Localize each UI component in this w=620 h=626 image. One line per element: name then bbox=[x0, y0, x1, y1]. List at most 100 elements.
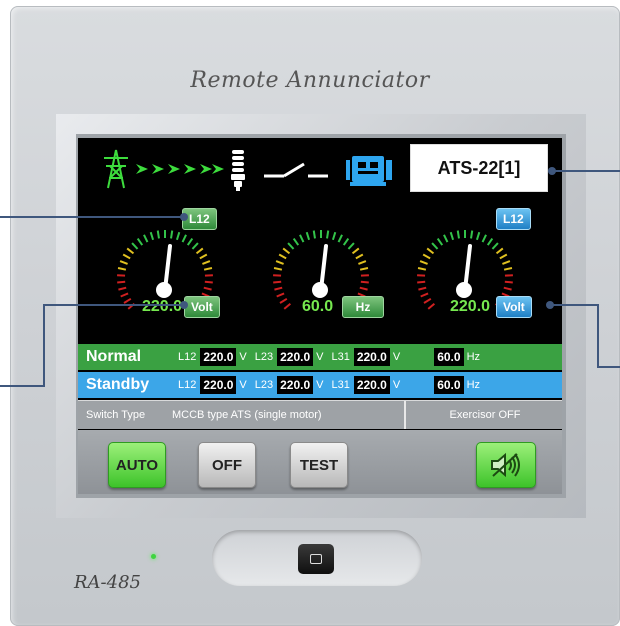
gauge-tick bbox=[199, 253, 208, 260]
left-unit-button[interactable]: Volt bbox=[184, 296, 220, 318]
gauge-tick bbox=[122, 253, 131, 260]
right-phase-button[interactable]: L12 bbox=[496, 208, 531, 230]
normal-l31: L31 220.0 V bbox=[331, 348, 400, 366]
gauge-tick bbox=[156, 230, 160, 239]
gauge-tick bbox=[418, 286, 427, 291]
volt-unit: V bbox=[392, 351, 401, 363]
standby-label: Standby bbox=[86, 376, 150, 393]
gauge-tick bbox=[470, 230, 474, 239]
freq-value: 60.0 bbox=[434, 376, 464, 394]
gauge-tick bbox=[351, 247, 360, 255]
callout-line-right-bottom bbox=[597, 366, 620, 368]
gauge-tick bbox=[282, 247, 291, 255]
left-gauge-value: 220.0 bbox=[142, 298, 183, 315]
gauge-tick bbox=[143, 234, 149, 243]
gauge-tick bbox=[456, 230, 460, 239]
callout-dot bbox=[546, 301, 554, 309]
l31-value: 220.0 bbox=[353, 376, 390, 394]
gauge-tick bbox=[481, 234, 487, 243]
gauge-tick bbox=[299, 234, 305, 243]
gauge-tick bbox=[175, 231, 181, 241]
power-flow-arrows-icon bbox=[136, 164, 224, 174]
hz-unit-button[interactable]: Hz bbox=[342, 296, 384, 318]
hz-unit: Hz bbox=[466, 379, 481, 391]
standby-l12: L12 220.0 V bbox=[178, 376, 247, 394]
volt-unit: V bbox=[316, 351, 324, 363]
switch-info-row: Switch Type MCCB type ATS (single motor)… bbox=[78, 400, 562, 429]
gauge-tick bbox=[426, 247, 435, 255]
switch-type-value: MCCB type ATS (single motor) bbox=[172, 409, 322, 421]
gauge-tick bbox=[136, 237, 144, 246]
switch-type-label: Switch Type bbox=[86, 409, 146, 421]
gauge-tick bbox=[123, 297, 132, 304]
gauge-tick bbox=[503, 267, 513, 271]
gauge-tick bbox=[292, 237, 300, 246]
gauge-tick bbox=[475, 231, 481, 241]
gauge-tick bbox=[278, 253, 287, 260]
gauge-tick bbox=[117, 280, 126, 284]
gauge-tick bbox=[331, 231, 337, 241]
gauge-tick bbox=[504, 280, 513, 284]
gauge-tick bbox=[431, 242, 439, 250]
home-key-icon bbox=[310, 554, 322, 564]
gauge-tick bbox=[276, 292, 285, 298]
l12-label: L12 bbox=[178, 351, 197, 363]
transfer-switch-icon bbox=[264, 162, 328, 178]
gauge-tick bbox=[326, 230, 330, 239]
freq-value: 60.0 bbox=[434, 348, 464, 366]
gauge-tick bbox=[170, 230, 174, 239]
exercisor-status: Exercisor OFF bbox=[404, 401, 562, 429]
gauge-tick bbox=[427, 302, 436, 310]
display-screen: ATS-22[1] L12 220.0 Volt 60.0 Hz L12 220… bbox=[78, 138, 562, 494]
standby-l31: L31 220.0 V bbox=[331, 376, 400, 394]
normal-freq: 60.0 Hz bbox=[434, 348, 480, 366]
ats-label: ATS-22[1] bbox=[410, 144, 548, 192]
gauge-tick bbox=[283, 302, 292, 310]
gauge-tick bbox=[443, 234, 449, 243]
test-button[interactable]: TEST bbox=[290, 442, 348, 488]
callout-line-left-bottom bbox=[44, 304, 184, 306]
l31-value: 220.0 bbox=[353, 348, 390, 366]
l23-value: 220.0 bbox=[277, 376, 314, 394]
gauge-tick bbox=[149, 231, 155, 241]
gauge-tick bbox=[181, 234, 187, 243]
off-button[interactable]: OFF bbox=[198, 442, 256, 488]
home-button[interactable] bbox=[298, 544, 334, 574]
l12-value: 220.0 bbox=[200, 376, 237, 394]
gauge-tick bbox=[422, 253, 431, 260]
right-unit-button[interactable]: Volt bbox=[496, 296, 532, 318]
callout-line-right-mid bbox=[550, 304, 598, 306]
auto-button[interactable]: AUTO bbox=[108, 442, 166, 488]
model-label: RA-485 bbox=[74, 572, 141, 593]
normal-source-row: Normal L12 220.0 V L23 220.0 V L31 220.0… bbox=[78, 344, 562, 370]
gauge-tick bbox=[203, 267, 213, 271]
speaker-mute-icon bbox=[491, 452, 520, 478]
control-bar: AUTO OFF TEST bbox=[78, 430, 562, 494]
callout-line-right-vertical bbox=[597, 304, 599, 368]
callout-dot bbox=[180, 213, 188, 221]
gauge-tick bbox=[420, 292, 429, 298]
gauge-tick bbox=[436, 237, 444, 246]
callout-line-left-vertical bbox=[43, 304, 45, 386]
gauge-tick bbox=[275, 260, 284, 265]
gauge-tick bbox=[499, 253, 508, 260]
gauge-tick bbox=[202, 260, 211, 265]
callout-dot bbox=[180, 301, 188, 309]
l23-value: 220.0 bbox=[277, 348, 314, 366]
gauge-tick bbox=[274, 286, 283, 291]
mute-button[interactable] bbox=[476, 442, 536, 488]
gauge-tick bbox=[359, 286, 368, 291]
gauge-tick bbox=[495, 247, 504, 255]
l12-label: L12 bbox=[178, 379, 197, 391]
right-gauge-value: 220.0 bbox=[450, 298, 491, 315]
standby-l23: L23 220.0 V bbox=[255, 376, 324, 394]
gauge-tick bbox=[491, 242, 499, 250]
normal-l12: L12 220.0 V bbox=[178, 348, 247, 366]
callout-line-left-top bbox=[0, 216, 184, 218]
volt-unit: V bbox=[316, 379, 324, 391]
gauge-tick bbox=[449, 231, 455, 241]
gauge-tick bbox=[186, 237, 194, 246]
gauge-tick bbox=[342, 237, 350, 246]
normal-label: Normal bbox=[86, 348, 142, 365]
volt-unit: V bbox=[239, 379, 247, 391]
